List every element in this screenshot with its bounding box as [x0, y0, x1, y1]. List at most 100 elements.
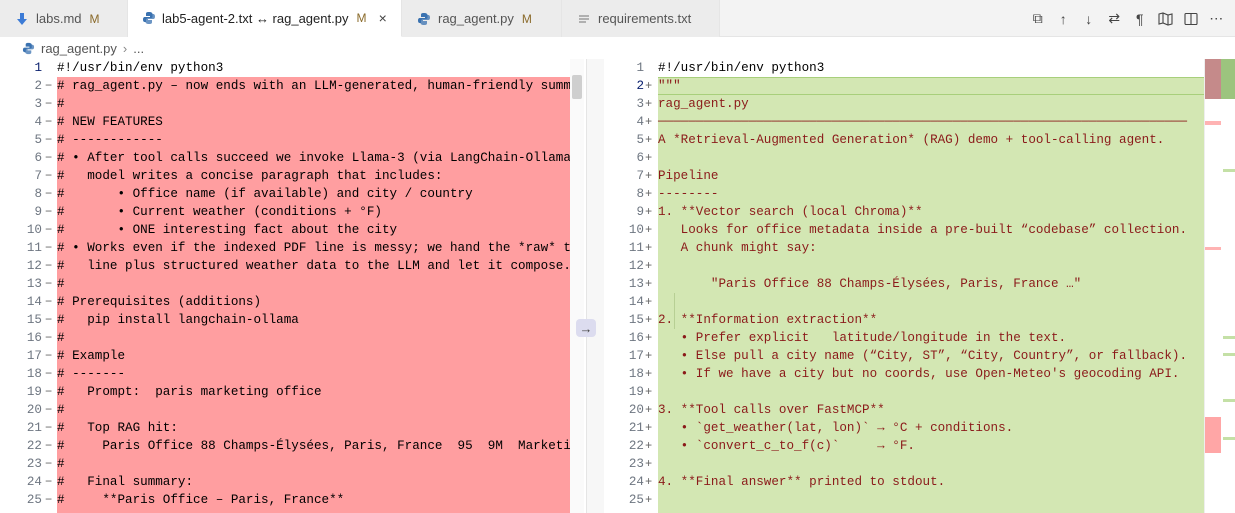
line-number: 20 — [26, 403, 42, 417]
python-icon — [142, 11, 156, 25]
modified-editor[interactable]: 1 #!/usr/bin/env python3 2 + """ 3 + rag_agent.… — [604, 59, 1204, 513]
code-line[interactable]: # • Works even if the indexed PDF line i… — [57, 239, 575, 257]
modified-badge: M — [521, 11, 532, 26]
code-line[interactable]: # rag_agent.py – now ends with an LLM-ge… — [57, 77, 575, 95]
overview-added-marker — [1223, 399, 1235, 402]
line-number: 23 — [628, 457, 644, 471]
code-line[interactable]: # Prompt: paris marketing office — [57, 383, 322, 401]
original-editor[interactable]: 1 #!/usr/bin/env python3 2− # rag_agent.py … — [0, 59, 575, 513]
code-line[interactable]: # — [57, 95, 65, 113]
code-line[interactable]: # — [57, 275, 65, 293]
added-marker: + — [645, 421, 653, 435]
code-line[interactable]: # — [57, 401, 65, 419]
overview-ruler[interactable] — [1204, 59, 1235, 513]
line-number: 6 — [34, 151, 42, 165]
arrow-down-icon[interactable]: ↓ — [1076, 7, 1102, 31]
removed-marker: − — [45, 277, 53, 291]
code-line[interactable]: rag_agent.py — [658, 95, 749, 113]
code-line[interactable]: • Prefer explicit latitude/longitude in … — [658, 329, 1066, 347]
swap-icon[interactable]: ⇄ — [1102, 7, 1128, 31]
scrollbar-thumb[interactable] — [572, 75, 582, 99]
tab-labs-md[interactable]: labs.md M — [0, 0, 128, 37]
tab-diff-rag-agent[interactable]: lab5-agent-2.txt ↔ rag_agent.py M × — [128, 0, 402, 37]
code-line[interactable]: 4. **Final answer** printed to stdout. — [658, 473, 945, 491]
code-line[interactable]: #!/usr/bin/env python3 — [57, 59, 223, 77]
tab-label: labs.md — [36, 11, 82, 26]
overview-added-marker — [1223, 169, 1235, 172]
removed-marker: − — [45, 133, 53, 147]
left-scrollbar[interactable] — [570, 59, 584, 513]
tab-rag-agent-py[interactable]: rag_agent.py M — [402, 0, 562, 37]
code-line[interactable]: Pipeline — [658, 167, 718, 185]
code-line[interactable]: • Else pull a city name (“City, ST”, “Ci… — [658, 347, 1187, 365]
code-line[interactable]: # pip install langchain-ollama — [57, 311, 299, 329]
code-line[interactable]: # line plus structured weather data to t… — [57, 257, 571, 275]
breadcrumb-more[interactable]: ... — [133, 41, 144, 56]
code-line[interactable]: 1. **Vector search (local Chroma)** — [658, 203, 923, 221]
line-number: 9 — [636, 205, 644, 219]
code-line[interactable]: # • ONE interesting fact about the city — [57, 221, 397, 239]
removed-marker: − — [45, 493, 53, 507]
line-number: 7 — [636, 169, 644, 183]
code-line[interactable]: # ------- — [57, 365, 125, 383]
line-number: 18 — [26, 367, 42, 381]
code-line[interactable]: A chunk might say: — [658, 239, 817, 257]
breadcrumb-file[interactable]: rag_agent.py — [41, 41, 117, 56]
code-line[interactable]: # Top RAG hit: — [57, 419, 178, 437]
tab-requirements-txt[interactable]: requirements.txt — [562, 0, 720, 37]
tab-label: lab5-agent-2.txt ↔ rag_agent.py — [162, 10, 349, 26]
code-line[interactable]: # — [57, 455, 65, 473]
code-line[interactable]: #!/usr/bin/env python3 — [658, 59, 824, 77]
code-line[interactable]: # ------------ — [57, 131, 163, 149]
removed-marker: − — [45, 475, 53, 489]
open-file-icon[interactable]: ⧉ — [1025, 7, 1051, 31]
code-line[interactable]: "Paris Office 88 Champs-Élysées, Paris, … — [658, 275, 1081, 293]
added-marker: + — [645, 151, 653, 165]
arrow-up-icon[interactable]: ↑ — [1051, 7, 1077, 31]
code-line[interactable]: A *Retrieval-Augmented Generation* (RAG)… — [658, 131, 1164, 149]
python-icon — [416, 12, 432, 26]
code-line[interactable]: # • After tool calls succeed we invoke L… — [57, 149, 575, 167]
code-line[interactable]: ────────────────────────────────────────… — [658, 113, 1187, 131]
code-line[interactable]: • `convert_c_to_f(c)` → °F. — [658, 437, 915, 455]
line-number: 3 — [34, 97, 42, 111]
breadcrumb: rag_agent.py › ... — [0, 37, 1235, 59]
removed-marker: − — [45, 97, 53, 111]
code-line[interactable]: Looks for office metadata inside a pre-b… — [658, 221, 1187, 239]
map-icon[interactable] — [1153, 7, 1179, 31]
close-icon[interactable]: × — [376, 10, 389, 26]
split-editor-icon[interactable] — [1178, 7, 1204, 31]
code-line[interactable]: # Final summary: — [57, 473, 193, 491]
code-line[interactable]: # • Office name (if available) and city … — [57, 185, 473, 203]
removed-marker: − — [45, 187, 53, 201]
more-icon[interactable]: ⋯ — [1204, 7, 1230, 31]
added-marker: + — [645, 79, 653, 93]
code-line[interactable]: • `get_weather(lat, lon)` → °C + conditi… — [658, 419, 1014, 437]
code-line[interactable]: -------- — [658, 185, 718, 203]
line-number: 13 — [628, 277, 644, 291]
code-line[interactable]: 2. **Information extraction** — [658, 311, 877, 329]
added-marker: + — [645, 259, 653, 273]
code-line[interactable]: • If we have a city but no coords, use O… — [658, 365, 1180, 383]
removed-marker: − — [45, 259, 53, 273]
line-number: 14 — [26, 295, 42, 309]
code-line[interactable]: # — [57, 329, 65, 347]
code-line[interactable]: # Paris Office 88 Champs-Élysées, Paris,… — [57, 437, 575, 455]
removed-marker: − — [45, 367, 53, 381]
code-line[interactable]: # • Current weather (conditions + °F) — [57, 203, 382, 221]
line-number: 3 — [636, 97, 644, 111]
revert-arrow-button[interactable]: → — [576, 319, 596, 337]
code-line[interactable]: # NEW FEATURES — [57, 113, 163, 131]
line-number: 20 — [628, 403, 644, 417]
code-line[interactable]: # Prerequisites (additions) — [57, 293, 261, 311]
code-line[interactable]: 3. **Tool calls over FastMCP** — [658, 401, 885, 419]
removed-marker: − — [45, 151, 53, 165]
code-line[interactable]: # **Paris Office – Paris, France** — [57, 491, 344, 509]
added-marker: + — [645, 295, 653, 309]
code-line[interactable]: # model writes a concise paragraph that … — [57, 167, 442, 185]
pilcrow-icon[interactable]: ¶ — [1127, 7, 1153, 31]
removed-marker: − — [45, 313, 53, 327]
code-line[interactable]: """ — [658, 77, 681, 95]
code-line[interactable]: # Example — [57, 347, 125, 365]
line-number: 15 — [26, 313, 42, 327]
